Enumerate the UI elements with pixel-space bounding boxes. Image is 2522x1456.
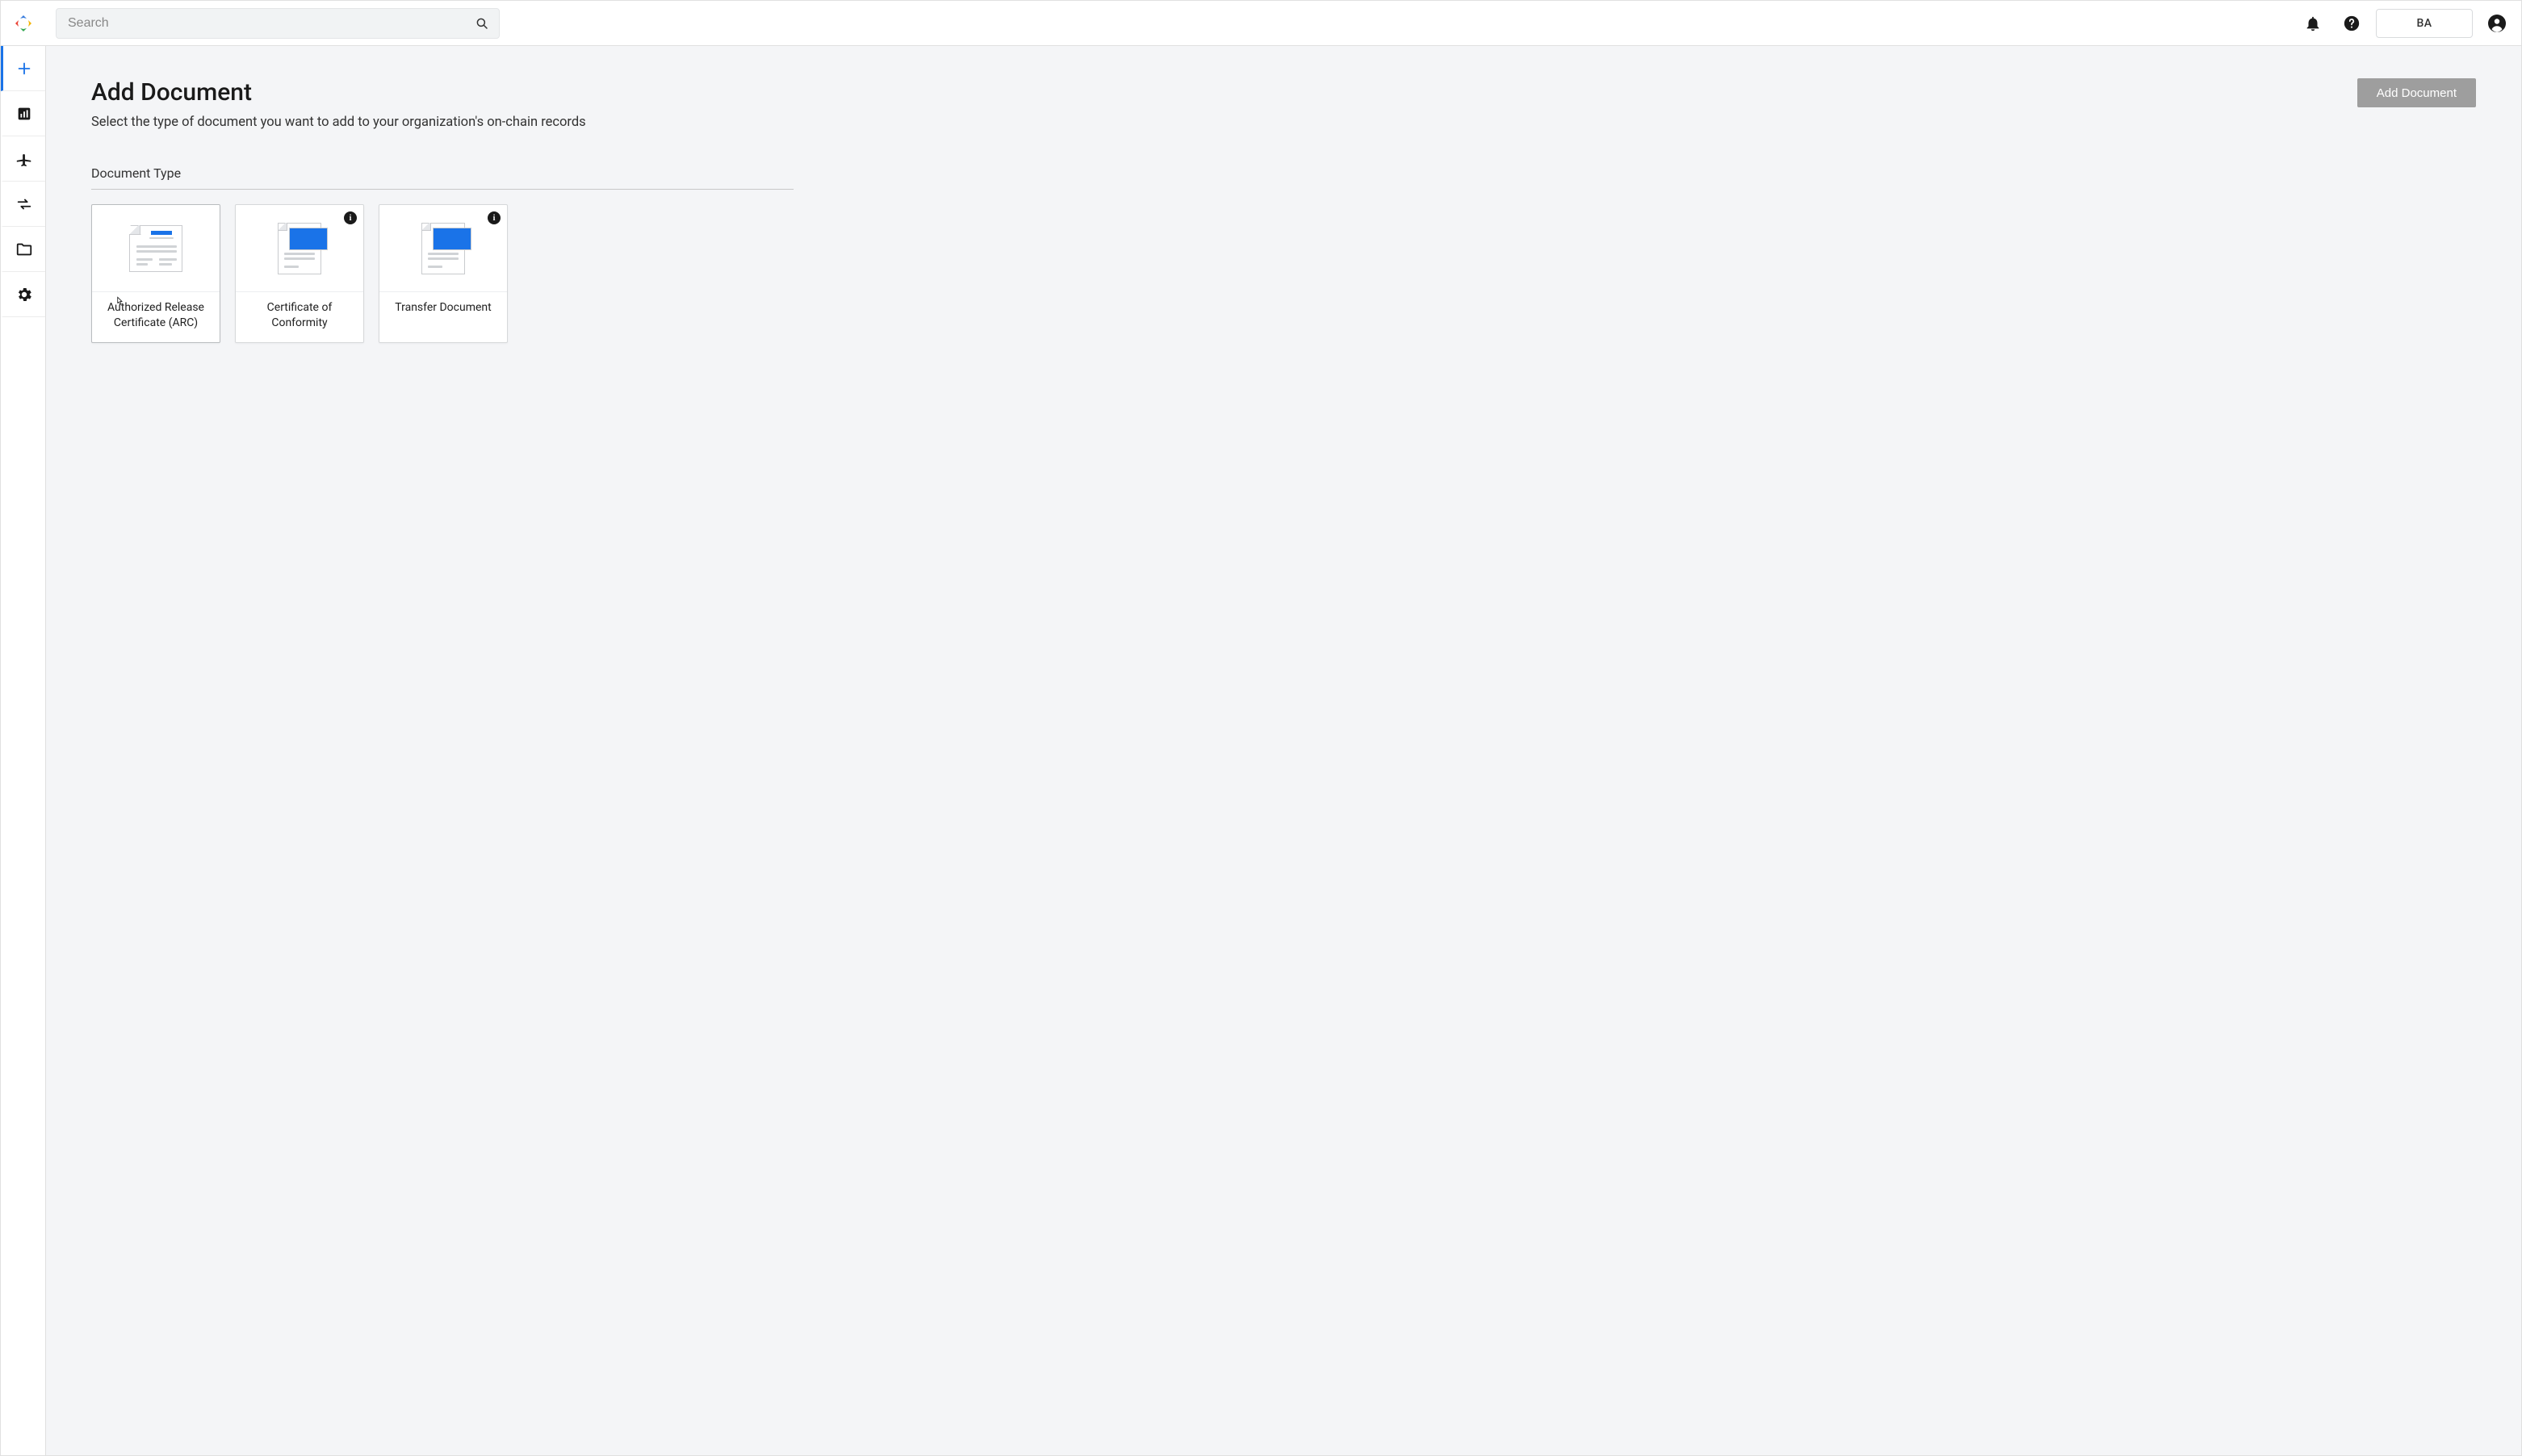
- card-transfer[interactable]: i Transfer Document: [379, 204, 508, 343]
- page-subtitle: Select the type of document you want to …: [91, 115, 586, 130]
- account-button[interactable]: [2482, 9, 2512, 38]
- logo-icon: [14, 14, 33, 33]
- notifications-button[interactable]: [2298, 9, 2327, 38]
- search-button[interactable]: [471, 12, 493, 35]
- user-initials: BA: [2416, 17, 2432, 30]
- transfer-icon: [15, 195, 33, 213]
- info-icon[interactable]: i: [488, 211, 501, 224]
- section-label: Document Type: [91, 165, 2476, 181]
- card-arc-label: Authorized Release Certificate (ARC): [92, 292, 220, 342]
- sidebar: [1, 46, 46, 1455]
- info-icon[interactable]: i: [344, 211, 357, 224]
- plus-icon: [15, 60, 33, 77]
- page-header: Add Document Select the type of document…: [91, 78, 2476, 130]
- chart-icon: [15, 105, 33, 123]
- section-divider: [91, 189, 794, 190]
- main-content: Add Document Select the type of document…: [46, 46, 2521, 1455]
- account-icon: [2487, 14, 2507, 33]
- sidebar-item-dashboard[interactable]: [1, 91, 45, 136]
- user-badge[interactable]: BA: [2376, 9, 2473, 38]
- sidebar-item-flights[interactable]: [1, 136, 45, 182]
- page-title: Add Document: [91, 78, 586, 107]
- search-wrap: [56, 8, 500, 39]
- bell-icon: [2304, 15, 2322, 32]
- folder-icon: [15, 241, 33, 258]
- add-document-button[interactable]: Add Document: [2357, 78, 2476, 107]
- card-coc[interactable]: i Certificate of Conformity: [235, 204, 364, 343]
- app-logo[interactable]: [1, 14, 46, 33]
- help-button[interactable]: [2337, 9, 2366, 38]
- sidebar-item-folder[interactable]: [1, 227, 45, 272]
- card-arc-illustration: [92, 205, 220, 292]
- sidebar-item-add[interactable]: [1, 46, 45, 91]
- airplane-icon: [15, 150, 33, 168]
- topbar: BA: [1, 1, 2521, 46]
- card-transfer-label: Transfer Document: [379, 292, 507, 338]
- document-type-cards: Authorized Release Certificate (ARC) i: [91, 204, 2476, 343]
- card-coc-label: Certificate of Conformity: [236, 292, 363, 342]
- sidebar-item-transfer[interactable]: [1, 182, 45, 227]
- help-icon: [2343, 15, 2361, 32]
- sidebar-item-settings[interactable]: [1, 272, 45, 317]
- search-icon: [475, 16, 489, 31]
- card-arc[interactable]: Authorized Release Certificate (ARC): [91, 204, 220, 343]
- gear-icon: [15, 286, 33, 303]
- search-input[interactable]: [56, 8, 500, 39]
